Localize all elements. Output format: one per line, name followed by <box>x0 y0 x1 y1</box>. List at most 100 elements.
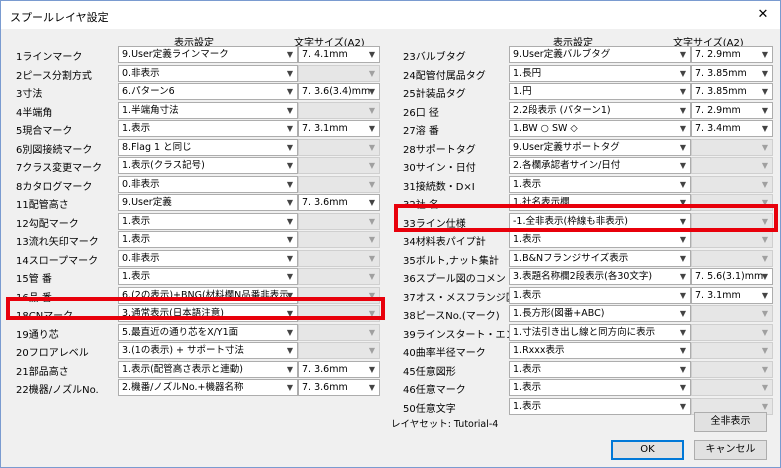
title-bar: スプールレイヤ設定 ✕ <box>1 1 780 29</box>
chevron-down-icon: ▼ <box>679 105 687 115</box>
right-display-select-value: 1.円 <box>513 86 532 97</box>
right-setting-label: 23バルブタグ <box>403 52 466 63</box>
ok-button[interactable]: OK <box>611 440 684 460</box>
right-setting-label: 25計装品タグ <box>403 89 466 100</box>
right-setting-row: 27溶 番 1.BW ○ SW ◇ ▼ 7. 3.4mm ▼ <box>1 120 781 137</box>
chevron-down-icon: ▼ <box>761 105 769 115</box>
right-display-select[interactable]: 9.User定義サポートタグ ▼ <box>509 138 691 156</box>
chevron-down-icon: ▼ <box>679 161 687 170</box>
right-size-select: ▼ <box>691 323 773 341</box>
chevron-down-icon: ▼ <box>679 124 687 133</box>
highlight-box-cn-mark <box>6 297 385 320</box>
chevron-down-icon: ▼ <box>761 290 769 300</box>
right-display-select[interactable]: 1.B&Nフランジサイズ表示 ▼ <box>509 249 691 267</box>
right-display-select[interactable]: 2.2段表示 (パターン1) ▼ <box>509 101 691 119</box>
chevron-down-icon: ▼ <box>679 50 687 59</box>
right-size-select: ▼ <box>691 249 773 267</box>
right-size-select: ▼ <box>691 231 773 248</box>
right-display-select-value: 1.表示 <box>513 178 542 190</box>
right-display-select[interactable]: 1.BW ○ SW ◇ ▼ <box>509 120 691 137</box>
right-display-select[interactable]: 1.円 ▼ <box>509 83 691 100</box>
right-display-select-value: 1.表示 <box>513 363 542 375</box>
right-display-select-value: 9.User定義バルブタグ <box>513 49 611 60</box>
right-display-select[interactable]: 2.各欄承認者サイン/日付 ▼ <box>509 157 691 174</box>
right-display-select[interactable]: 1.表示 ▼ <box>509 286 691 304</box>
right-setting-label: 24配管付属品タグ <box>403 70 486 82</box>
right-display-select-value: 1.表示 <box>513 289 542 301</box>
chevron-down-icon: ▼ <box>679 253 687 263</box>
right-display-select-value: 1.寸法引き出し線と同方向に表示 <box>513 326 656 338</box>
chevron-down-icon: ▼ <box>761 364 769 374</box>
highlight-box-line-spec <box>394 204 778 232</box>
right-display-select-value: 2.2段表示 (パターン1) <box>513 104 611 116</box>
chevron-down-icon: ▼ <box>679 290 687 300</box>
right-display-select[interactable]: 1.表示 ▼ <box>509 175 691 193</box>
chevron-down-icon: ▼ <box>761 142 769 152</box>
right-size-select[interactable]: 7. 3.1mm ▼ <box>691 286 773 304</box>
chevron-down-icon: ▼ <box>679 383 687 392</box>
right-display-select-value: 1.表示 <box>513 382 542 393</box>
right-display-select[interactable]: 1.表示 ▼ <box>509 231 691 248</box>
chevron-down-icon: ▼ <box>761 309 769 318</box>
right-display-select[interactable]: 3.表題名称欄2段表示(各30文字) ▼ <box>509 268 691 285</box>
chevron-down-icon: ▼ <box>679 364 687 374</box>
right-setting-label: 38ピースNo.(マーク) <box>403 311 500 322</box>
right-size-select[interactable]: 7. 2.9mm ▼ <box>691 46 773 63</box>
right-setting-row: 25計装品タグ 1.円 ▼ 7. 3.85mm ▼ <box>1 83 781 100</box>
right-setting-label: 30サイン・日付 <box>403 163 476 174</box>
chevron-down-icon: ▼ <box>679 346 687 355</box>
right-size-select: ▼ <box>691 342 773 359</box>
right-setting-label: 39ラインスタート・エンド <box>403 329 526 341</box>
right-size-select[interactable]: 7. 3.4mm ▼ <box>691 120 773 137</box>
chevron-down-icon: ▼ <box>761 383 769 392</box>
right-setting-row: 26口 径 2.2段表示 (パターン1) ▼ 7. 2.9mm ▼ <box>1 101 781 119</box>
right-setting-label: 27溶 番 <box>403 126 439 137</box>
chevron-down-icon: ▼ <box>761 346 769 355</box>
right-setting-label: 31接続数・D×I <box>403 181 475 193</box>
chevron-down-icon: ▼ <box>679 142 687 152</box>
all-hide-button[interactable]: 全非表示 <box>694 412 767 432</box>
right-setting-row: 39ラインスタート・エンド 1.寸法引き出し線と同方向に表示 ▼ ▼ <box>1 323 781 341</box>
right-display-select[interactable]: 1.Rxxx表示 ▼ <box>509 342 691 359</box>
right-setting-row: 24配管付属品タグ 1.長円 ▼ 7. 3.85mm ▼ <box>1 64 781 82</box>
right-display-select[interactable]: 1.表示 ▼ <box>509 360 691 378</box>
right-display-select[interactable]: 1.表示 ▼ <box>509 397 691 415</box>
chevron-down-icon: ▼ <box>761 179 769 189</box>
right-setting-row: 46任意マーク 1.表示 ▼ ▼ <box>1 379 781 396</box>
chevron-down-icon: ▼ <box>761 253 769 263</box>
chevron-down-icon: ▼ <box>679 327 687 337</box>
right-display-select[interactable]: 1.表示 ▼ <box>509 379 691 396</box>
right-display-select[interactable]: 1.寸法引き出し線と同方向に表示 ▼ <box>509 323 691 341</box>
cancel-button[interactable]: キャンセル <box>694 440 767 460</box>
right-size-select: ▼ <box>691 138 773 156</box>
right-size-select[interactable]: 7. 3.85mm ▼ <box>691 64 773 82</box>
right-setting-label: 37オス・メスフランジ区分 <box>403 292 526 304</box>
right-display-select[interactable]: 1.長方形(図番+ABC) ▼ <box>509 305 691 322</box>
chevron-down-icon: ▼ <box>761 68 769 78</box>
right-size-select[interactable]: 7. 5.6(3.1)mm ▼ <box>691 268 773 285</box>
right-size-select[interactable]: 7. 3.85mm ▼ <box>691 83 773 100</box>
right-display-select-value: 1.長方形(図番+ABC) <box>513 308 605 319</box>
right-size-select[interactable]: 7. 2.9mm ▼ <box>691 101 773 119</box>
chevron-down-icon: ▼ <box>761 87 769 96</box>
right-size-select: ▼ <box>691 157 773 174</box>
chevron-down-icon: ▼ <box>679 179 687 189</box>
right-display-select[interactable]: 9.User定義バルブタグ ▼ <box>509 46 691 63</box>
right-setting-label: 40曲率半径マーク <box>403 348 486 359</box>
right-display-select-value: 1.長円 <box>513 67 542 79</box>
chevron-down-icon: ▼ <box>679 272 687 281</box>
right-setting-row: 50任意文字 1.表示 ▼ ▼ <box>1 397 781 415</box>
right-display-select-value: 1.表示 <box>513 234 542 245</box>
right-setting-label: 28サポートタグ <box>403 144 476 156</box>
right-display-select[interactable]: 1.長円 ▼ <box>509 64 691 82</box>
chevron-down-icon: ▼ <box>679 235 687 244</box>
layer-set-label: レイヤセット: Tutorial-4 <box>391 419 499 430</box>
close-icon[interactable]: ✕ <box>752 5 774 25</box>
right-size-select: ▼ <box>691 360 773 378</box>
chevron-down-icon: ▼ <box>761 327 769 337</box>
chevron-down-icon: ▼ <box>679 87 687 96</box>
dialog-window: スプールレイヤ設定 ✕ 表示設定 文字サイズ(A2) 表示設定 文字サイズ(A2… <box>0 0 781 468</box>
right-setting-row: 28サポートタグ 9.User定義サポートタグ ▼ ▼ <box>1 138 781 156</box>
right-setting-label: 35ボルト,ナット集計 <box>403 255 499 267</box>
right-display-select-value: 1.Rxxx表示 <box>513 345 565 356</box>
